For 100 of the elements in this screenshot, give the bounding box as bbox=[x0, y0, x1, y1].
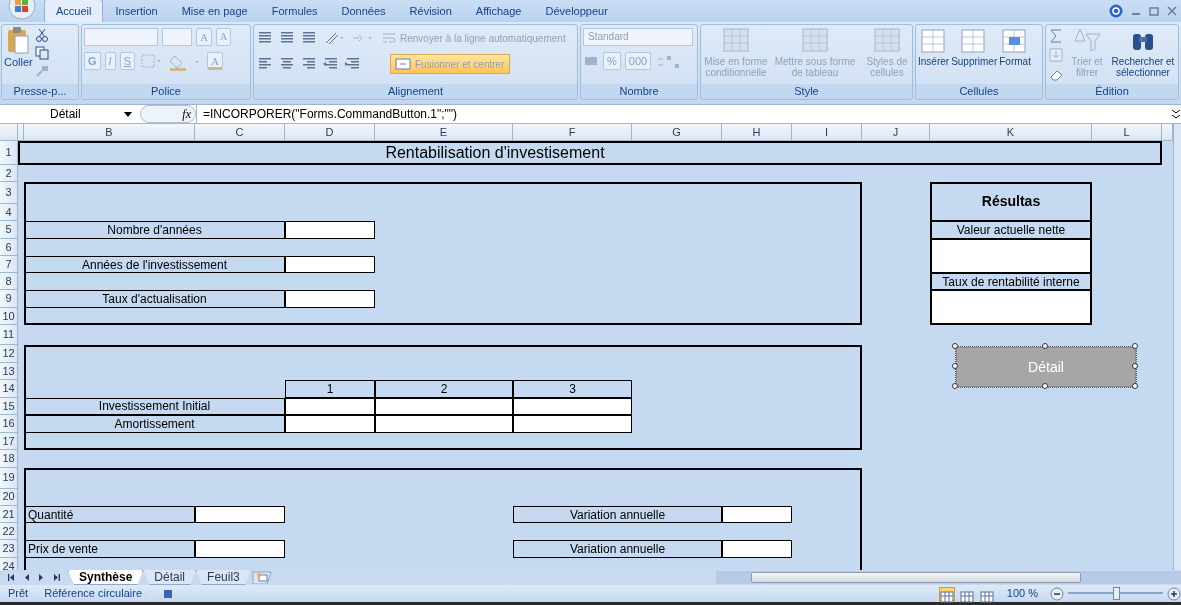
copy-icon[interactable] bbox=[34, 46, 49, 60]
row-header[interactable]: 12 bbox=[0, 345, 18, 363]
row-header[interactable]: 3 bbox=[0, 182, 18, 204]
row-header[interactable]: 9 bbox=[0, 290, 18, 308]
row-header[interactable]: 8 bbox=[0, 273, 18, 291]
row-header[interactable]: 1 bbox=[0, 141, 18, 165]
font-size-field[interactable] bbox=[162, 28, 192, 46]
ribbon-tab[interactable]: Formules bbox=[259, 0, 330, 22]
cells-button[interactable]: Format bbox=[999, 26, 1031, 67]
column-header[interactable]: E bbox=[375, 124, 513, 141]
sheet-title: Rentabilisation d'investisement bbox=[18, 141, 1162, 165]
restore-icon[interactable] bbox=[1149, 6, 1159, 16]
group-label: Alignement bbox=[254, 84, 577, 99]
column-header[interactable]: B bbox=[24, 124, 195, 141]
row-header[interactable]: 16 bbox=[0, 415, 18, 433]
group-label: Style bbox=[701, 84, 912, 99]
tab-last-icon[interactable] bbox=[53, 573, 60, 582]
input-cell[interactable] bbox=[722, 540, 792, 558]
column-header[interactable]: L bbox=[1092, 124, 1162, 141]
row-header[interactable]: 22 bbox=[0, 523, 18, 541]
input-cell[interactable] bbox=[375, 415, 513, 433]
zoom-out-icon[interactable] bbox=[1050, 586, 1064, 601]
resize-handle[interactable] bbox=[952, 363, 958, 370]
macro-record-icon[interactable] bbox=[163, 588, 173, 599]
input-cell[interactable] bbox=[285, 255, 375, 274]
result-cell[interactable] bbox=[930, 238, 1092, 274]
status-text: Prêt bbox=[7, 586, 30, 602]
ribbon-tab[interactable]: Données bbox=[329, 0, 398, 22]
column-header[interactable]: G bbox=[632, 124, 722, 141]
tab-first-icon[interactable] bbox=[8, 573, 15, 582]
help-icon[interactable] bbox=[1109, 4, 1123, 18]
resize-handle[interactable] bbox=[1042, 343, 1048, 350]
ribbon-tab[interactable]: Développeur bbox=[533, 0, 620, 22]
vertical-scrollbar[interactable] bbox=[1173, 124, 1181, 570]
sheet-tab[interactable]: Synthèse bbox=[68, 570, 144, 585]
row-header[interactable]: 23 bbox=[0, 540, 18, 558]
tab-previous-icon[interactable] bbox=[23, 573, 30, 582]
row-header[interactable]: 4 bbox=[0, 204, 18, 222]
input-cell[interactable] bbox=[285, 415, 375, 433]
ribbon-tab[interactable]: Accueil bbox=[44, 0, 104, 22]
group-label: Presse-p... bbox=[2, 84, 78, 99]
ribbon-tab[interactable]: Insertion bbox=[103, 0, 170, 22]
new-sheet-icon[interactable] bbox=[250, 571, 273, 584]
insert-function-button[interactable]: fx bbox=[140, 105, 196, 123]
ribbon-tab[interactable]: Affichage bbox=[463, 0, 534, 22]
zoom-level: 100 % bbox=[1005, 586, 1039, 602]
column-header[interactable]: J bbox=[862, 124, 930, 141]
tab-next-icon[interactable] bbox=[38, 573, 45, 582]
field-label: Quantité bbox=[24, 505, 195, 524]
input-cell[interactable] bbox=[722, 505, 792, 524]
input-cell[interactable] bbox=[195, 505, 285, 524]
name-box[interactable]: Détail bbox=[0, 105, 140, 123]
merge-cells-icon bbox=[395, 57, 411, 71]
resize-handle[interactable] bbox=[1132, 383, 1138, 390]
zoom-in-icon[interactable] bbox=[1167, 586, 1181, 601]
resize-handle[interactable] bbox=[952, 383, 958, 390]
field-label: Valeur actuelle nette bbox=[930, 221, 1092, 239]
row-header[interactable]: 5 bbox=[0, 221, 18, 239]
column-header[interactable]: H bbox=[722, 124, 792, 141]
horizontal-scrollbar[interactable] bbox=[716, 571, 1181, 584]
column-header[interactable]: F bbox=[513, 124, 632, 141]
column-header[interactable]: I bbox=[792, 124, 862, 141]
row-header[interactable]: 2 bbox=[0, 165, 18, 182]
resize-handle[interactable] bbox=[952, 343, 958, 350]
field-label: Taux d'actualisation bbox=[24, 290, 285, 308]
resize-handle[interactable] bbox=[1042, 383, 1048, 390]
formula-field[interactable]: =INCORPORER("Forms.CommandButton.1";"") bbox=[196, 105, 1171, 123]
input-cell[interactable] bbox=[285, 290, 375, 308]
field-label: Variation annuelle bbox=[513, 540, 722, 558]
column-header[interactable]: D bbox=[285, 124, 375, 141]
normal-view-icon[interactable] bbox=[938, 586, 955, 601]
field-label: Investissement Initial bbox=[24, 397, 285, 416]
close-icon[interactable] bbox=[1167, 6, 1177, 16]
group-label: Police bbox=[82, 84, 250, 99]
scissors-icon[interactable] bbox=[34, 28, 49, 42]
ribbon-tab[interactable]: Révision bbox=[397, 0, 464, 22]
font-name-field[interactable] bbox=[84, 28, 158, 46]
input-cell[interactable] bbox=[285, 221, 375, 239]
column-header[interactable]: C bbox=[195, 124, 285, 141]
resize-handle[interactable] bbox=[1132, 343, 1138, 350]
column-header[interactable]: K bbox=[930, 124, 1092, 141]
row-header[interactable]: 14 bbox=[0, 380, 18, 398]
find-select-button[interactable]: Rechercher et sélectionner bbox=[1108, 26, 1178, 78]
field-label: Variation annuelle bbox=[513, 505, 722, 524]
sheet-tab[interactable]: Détail bbox=[143, 570, 197, 585]
ribbon-tab[interactable]: Mise en page bbox=[169, 0, 260, 22]
field-label: Prix de vente bbox=[24, 540, 195, 558]
input-cell[interactable] bbox=[195, 540, 285, 558]
row-header[interactable]: 11 bbox=[0, 325, 18, 346]
cells-button[interactable]: Supprimer bbox=[951, 26, 998, 67]
expand-icon[interactable] bbox=[1171, 107, 1181, 121]
resize-handle[interactable] bbox=[1132, 363, 1138, 370]
row-header[interactable]: 18 bbox=[0, 450, 18, 468]
status-text: Référence circulaire bbox=[36, 585, 151, 602]
input-cell[interactable] bbox=[513, 415, 632, 433]
row-header[interactable]: 19 bbox=[0, 467, 18, 489]
cells-button[interactable]: Insérer bbox=[918, 26, 950, 67]
paste-button[interactable]: Coller bbox=[4, 26, 33, 69]
result-cell[interactable] bbox=[930, 290, 1092, 326]
slider-thumb[interactable] bbox=[1112, 587, 1120, 600]
